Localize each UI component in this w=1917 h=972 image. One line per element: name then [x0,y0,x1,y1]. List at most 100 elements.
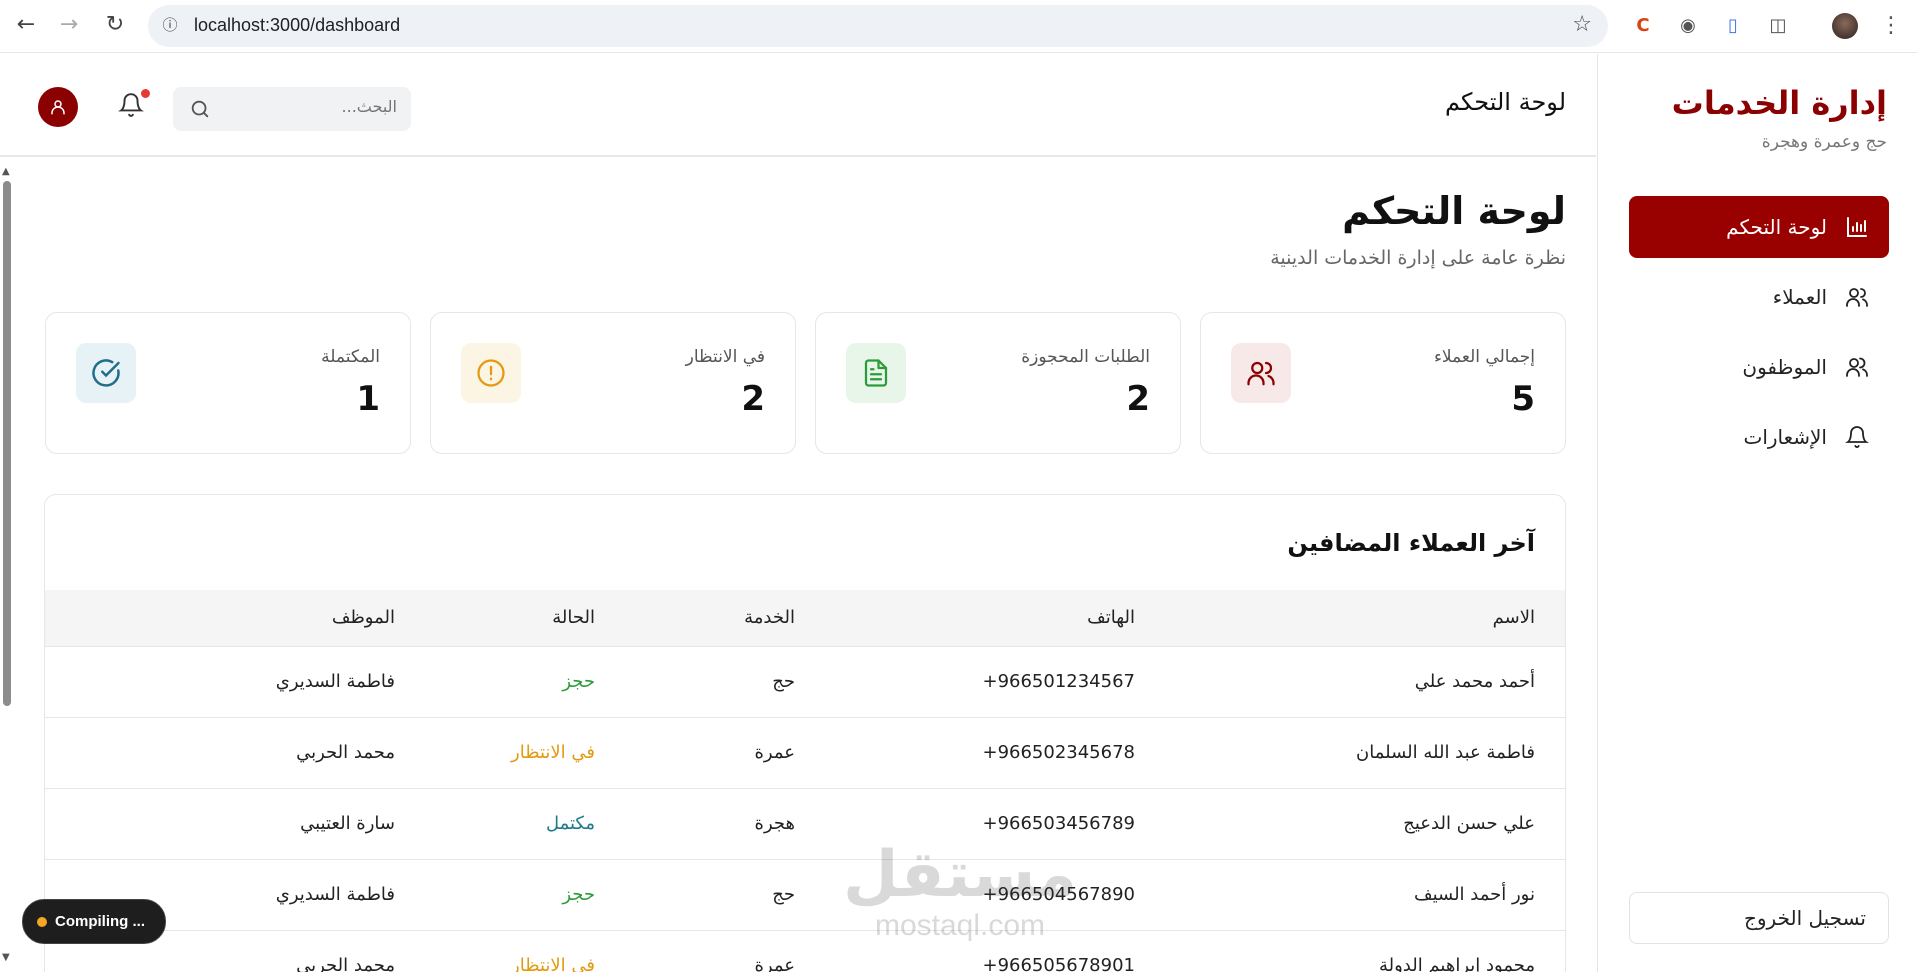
top-header: لوحة التحكم [0,54,1596,157]
forward-icon[interactable]: → [57,13,81,37]
sidebar-item-clients[interactable]: العملاء [1629,266,1889,328]
sidebar-item-notifications[interactable]: الإشعارات [1629,406,1889,468]
extension-icon[interactable]: ◉ [1675,13,1701,39]
status-dot [37,916,47,927]
cell-status: حجز [395,859,595,931]
site-info-icon[interactable]: ⓘ [160,15,180,35]
staff-icon [1843,353,1871,381]
table-row[interactable]: علي حسن الدعيج +966503456789 هجرة مكتمل … [45,788,1565,860]
search-input[interactable] [227,97,397,116]
column-header-name[interactable]: الاسم [1135,590,1565,647]
bar-chart-icon [1843,213,1871,241]
stats-row: إجمالي العملاء 5 الطلبات المحجوزة 2 في ا… [44,312,1566,454]
cell-phone: +966501234567 [795,646,1135,718]
extension-icon[interactable]: C [1630,13,1656,39]
main-content: لوحة التحكم نظرة عامة على إدارة الخدمات … [16,159,1596,972]
stat-label: الطلبات المحجوزة [1021,347,1150,367]
table-row[interactable]: نور أحمد السيف +966504567890 حج حجز فاطم… [45,859,1565,931]
profile-avatar[interactable] [1832,13,1858,39]
cell-name: نور أحمد السيف [1135,859,1565,931]
cell-service: حج [595,859,795,931]
sidebar-item-label: الإشعارات [1743,425,1827,449]
header-title: لوحة التحكم [1445,88,1566,116]
scroll-down-arrow-icon[interactable]: ▼ [2,952,10,963]
cell-phone: +966505678901 [795,930,1135,972]
extension-icon[interactable]: ▯ [1720,13,1746,39]
users-icon [1231,343,1291,403]
search-icon [191,100,209,118]
back-icon[interactable]: ← [14,13,38,37]
stat-card-pending: في الانتظار 2 [430,312,796,454]
cell-name: محمود إبراهيم الدولة [1135,930,1565,972]
scrollbar-thumb[interactable] [3,181,11,706]
cell-status: في الانتظار [395,930,595,972]
stat-card-total-clients: إجمالي العملاء 5 [1200,312,1566,454]
sidebar: إدارة الخدمات حج وعمرة وهجرة لوحة التحكم… [1597,54,1917,972]
stat-value: 1 [356,379,380,419]
phone-text: +966502345678 [982,742,1135,763]
sidebar-nav: لوحة التحكم العملاء الموظفون الإشعارات [1629,196,1889,476]
search-box[interactable] [173,87,411,131]
cell-status: حجز [395,646,595,718]
bookmark-star-icon[interactable]: ☆ [1572,12,1592,37]
stat-value: 2 [1126,379,1150,419]
brand-subtitle: حج وعمرة وهجرة [1761,132,1887,152]
notification-dot [141,89,150,98]
cell-name: علي حسن الدعيج [1135,788,1565,860]
stat-label: في الانتظار [685,347,765,367]
page-title: لوحة التحكم [1342,189,1566,233]
stat-value: 5 [1511,379,1535,419]
document-icon [846,343,906,403]
column-header-status[interactable]: الحالة [395,590,595,647]
phone-text: +966504567890 [982,884,1135,905]
cell-service: هجرة [595,788,795,860]
column-header-phone[interactable]: الهاتف [795,590,1135,647]
cell-employee: فاطمة السديري [45,646,395,718]
cell-status: في الانتظار [395,717,595,789]
sidebar-item-dashboard[interactable]: لوحة التحكم [1629,196,1889,258]
cell-phone: +966502345678 [795,717,1135,789]
cell-service: حج [595,646,795,718]
recent-clients-title: آخر العملاء المضافين [1287,529,1535,557]
users-icon [1843,283,1871,311]
recent-clients-table: الاسم الهاتف الخدمة الحالة الموظف أحمد م… [45,590,1565,972]
stat-label: إجمالي العملاء [1433,347,1535,367]
app-page: إدارة الخدمات حج وعمرة وهجرة لوحة التحكم… [0,54,1917,972]
cell-phone: +966503456789 [795,788,1135,860]
stat-card-booked: الطلبات المحجوزة 2 [815,312,1181,454]
address-bar[interactable]: ⓘ localhost:3000/dashboard ☆ [148,5,1608,47]
scroll-up-arrow-icon[interactable]: ▲ [2,166,10,177]
notifications-bell-icon[interactable] [118,90,144,120]
logout-button[interactable]: تسجيل الخروج [1629,892,1889,944]
phone-text: +966501234567 [982,671,1135,692]
alert-icon [461,343,521,403]
table-header-row: الاسم الهاتف الخدمة الحالة الموظف [45,590,1565,647]
stat-label: المكتملة [321,347,380,367]
sidebar-item-label: لوحة التحكم [1726,215,1827,239]
table-row[interactable]: فاطمة عبد الله السلمان +966502345678 عمر… [45,717,1565,789]
table-row[interactable]: أحمد محمد علي +966501234567 حج حجز فاطمة… [45,646,1565,718]
cell-name: فاطمة عبد الله السلمان [1135,717,1565,789]
cell-employee: محمد الحربي [45,717,395,789]
brand-title: إدارة الخدمات [1671,84,1887,122]
user-menu-button[interactable] [38,87,78,127]
column-header-employee[interactable]: الموظف [45,590,395,647]
page-subtitle: نظرة عامة على إدارة الخدمات الدينية [1270,247,1566,269]
cell-employee: سارة العتيبي [45,788,395,860]
browser-toolbar: ← → ↻ ⓘ localhost:3000/dashboard ☆ C ◉ ▯… [0,0,1917,53]
column-header-service[interactable]: الخدمة [595,590,795,647]
cell-service: عمرة [595,930,795,972]
reload-icon[interactable]: ↻ [103,13,127,37]
sidebar-item-label: الموظفون [1742,355,1827,379]
check-circle-icon [76,343,136,403]
menu-dots-icon[interactable]: ⋮ [1878,13,1904,39]
cell-status: مكتمل [395,788,595,860]
table-row[interactable]: محمود إبراهيم الدولة +966505678901 عمرة … [45,930,1565,972]
cell-service: عمرة [595,717,795,789]
sidebar-item-label: العملاء [1772,285,1827,309]
puzzle-icon[interactable]: ◫ [1765,13,1791,39]
phone-text: +966503456789 [982,813,1135,834]
user-icon [51,100,65,115]
phone-text: +966505678901 [982,955,1135,972]
sidebar-item-employees[interactable]: الموظفون [1629,336,1889,398]
